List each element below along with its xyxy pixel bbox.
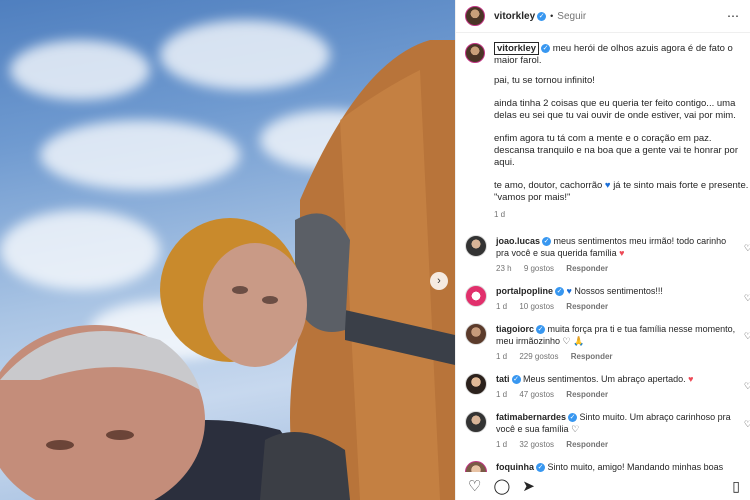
- reply-button[interactable]: Responder: [566, 264, 608, 273]
- comment-likes[interactable]: 9 gostos: [524, 264, 554, 273]
- follow-button[interactable]: Seguir: [557, 11, 586, 22]
- verified-badge-icon: ✓: [537, 11, 547, 21]
- verified-badge-icon: ✓: [542, 237, 552, 247]
- comment: foquinha ✓ Sinto muito, amigo! Mandando m…: [456, 461, 750, 472]
- reply-button[interactable]: Responder: [566, 440, 608, 449]
- comment-username[interactable]: tiagoiorc: [496, 324, 534, 334]
- like-comment-icon[interactable]: ♡: [744, 381, 750, 392]
- comment-time: 1 d: [496, 352, 508, 361]
- more-options-icon[interactable]: ⋯: [727, 9, 740, 23]
- blue-heart-icon: ♥: [604, 180, 611, 191]
- comment-likes[interactable]: 229 gostos: [519, 352, 558, 361]
- comment-avatar[interactable]: [465, 373, 487, 395]
- reply-button[interactable]: Responder: [566, 390, 608, 399]
- share-icon[interactable]: ➤: [522, 477, 535, 495]
- comment-username[interactable]: fatimabernardes: [496, 412, 566, 422]
- reply-button[interactable]: Responder: [566, 302, 608, 311]
- comment-username[interactable]: tati: [496, 374, 510, 384]
- white-heart-icon: ♡: [571, 424, 580, 434]
- comment: joao.lucas ✓ meus sentimentos meu irmão! …: [456, 235, 750, 275]
- caption-avatar[interactable]: [465, 43, 485, 63]
- caption: vitorkley ✓ meu herói de olhos azuis agor…: [456, 34, 750, 235]
- caption-username[interactable]: vitorkley: [494, 42, 540, 55]
- red-heart-icon: ♥: [688, 374, 694, 384]
- like-comment-icon[interactable]: ♡: [744, 293, 750, 304]
- comment-text: Meus sentimentos. Um abraço apertado.: [523, 374, 686, 384]
- comment-avatar[interactable]: [465, 235, 487, 257]
- comment-text: Nossos sentimentos!!!: [574, 286, 663, 296]
- comment-username[interactable]: foquinha: [496, 462, 534, 472]
- like-comment-icon[interactable]: ♡: [744, 331, 750, 342]
- comment-time: 1 d: [496, 302, 508, 311]
- verified-badge-icon: ✓: [541, 43, 551, 53]
- caption-line-3: ainda tinha 2 coisas que eu queria ter f…: [494, 98, 736, 121]
- caption-time: 1 d: [494, 210, 506, 219]
- comment-likes[interactable]: 47 gostos: [519, 390, 554, 399]
- post-actions-bar: ♡ ◯ ➤ ▯: [456, 472, 750, 500]
- verified-badge-icon: ✓: [536, 463, 545, 472]
- emoji-icons: ♡ 🙏: [562, 336, 585, 346]
- like-comment-icon[interactable]: ♡: [744, 419, 750, 430]
- comment: tiagoiorc ✓ muita força pra ti e tua famí…: [456, 323, 750, 363]
- comment-avatar[interactable]: [465, 411, 487, 433]
- comment: tati ✓ Meus sentimentos. Um abraço aperta…: [456, 373, 750, 401]
- comment-time: 1 d: [496, 390, 508, 399]
- save-bookmark-icon[interactable]: ▯: [732, 478, 740, 495]
- comment: fatimabernardes ✓ Sinto muito. Um abraço …: [456, 411, 750, 451]
- comment: portalpopline ✓ ♥ Nossos sentimentos!!! 1…: [456, 285, 750, 313]
- caption-line-4: enfim agora tu tá com a mente e o coraçã…: [494, 133, 739, 168]
- author-username[interactable]: vitorkley: [494, 11, 535, 22]
- caption-line-5a: te amo, doutor, cachorrão: [494, 180, 603, 191]
- comment-avatar[interactable]: [465, 285, 487, 307]
- comment-time: 23 h: [496, 264, 512, 273]
- carousel-next-button[interactable]: ›: [430, 272, 448, 290]
- post-side-panel: vitorkley ✓ • Seguir ⋯ vitorkley ✓ meu he…: [455, 0, 750, 500]
- comment-text: Sinto muito, amigo! Mandando minhas boas: [547, 462, 724, 472]
- comment-avatar[interactable]: [465, 323, 487, 345]
- post-photo[interactable]: ›: [0, 0, 455, 500]
- comment-username[interactable]: portalpopline: [496, 286, 553, 296]
- verified-badge-icon: ✓: [568, 413, 578, 423]
- red-heart-icon: ♥: [619, 248, 625, 258]
- comments-scroll-area[interactable]: vitorkley ✓ meu herói de olhos azuis agor…: [456, 34, 750, 472]
- comment-likes[interactable]: 32 gostos: [519, 440, 554, 449]
- chevron-right-icon: ›: [437, 275, 441, 287]
- like-comment-icon[interactable]: ♡: [744, 243, 750, 254]
- comment-icon[interactable]: ◯: [493, 477, 510, 495]
- like-icon[interactable]: ♡: [468, 477, 481, 495]
- verified-badge-icon: ✓: [536, 325, 546, 335]
- post-header: vitorkley ✓ • Seguir ⋯: [456, 0, 750, 33]
- photo-subjects: [0, 40, 455, 500]
- comment-avatar[interactable]: [465, 461, 487, 472]
- comment-time: 1 d: [496, 440, 508, 449]
- comment-username[interactable]: joao.lucas: [496, 236, 540, 246]
- caption-line-2: pai, tu se tornou infinito!: [494, 75, 595, 86]
- verified-badge-icon: ✓: [555, 287, 564, 297]
- verified-badge-icon: ✓: [511, 375, 521, 385]
- reply-button[interactable]: Responder: [571, 352, 613, 361]
- comment-likes[interactable]: 10 gostos: [519, 302, 554, 311]
- author-avatar[interactable]: [465, 6, 485, 26]
- blue-heart-icon: ♥: [566, 286, 572, 296]
- separator-dot: •: [550, 11, 554, 21]
